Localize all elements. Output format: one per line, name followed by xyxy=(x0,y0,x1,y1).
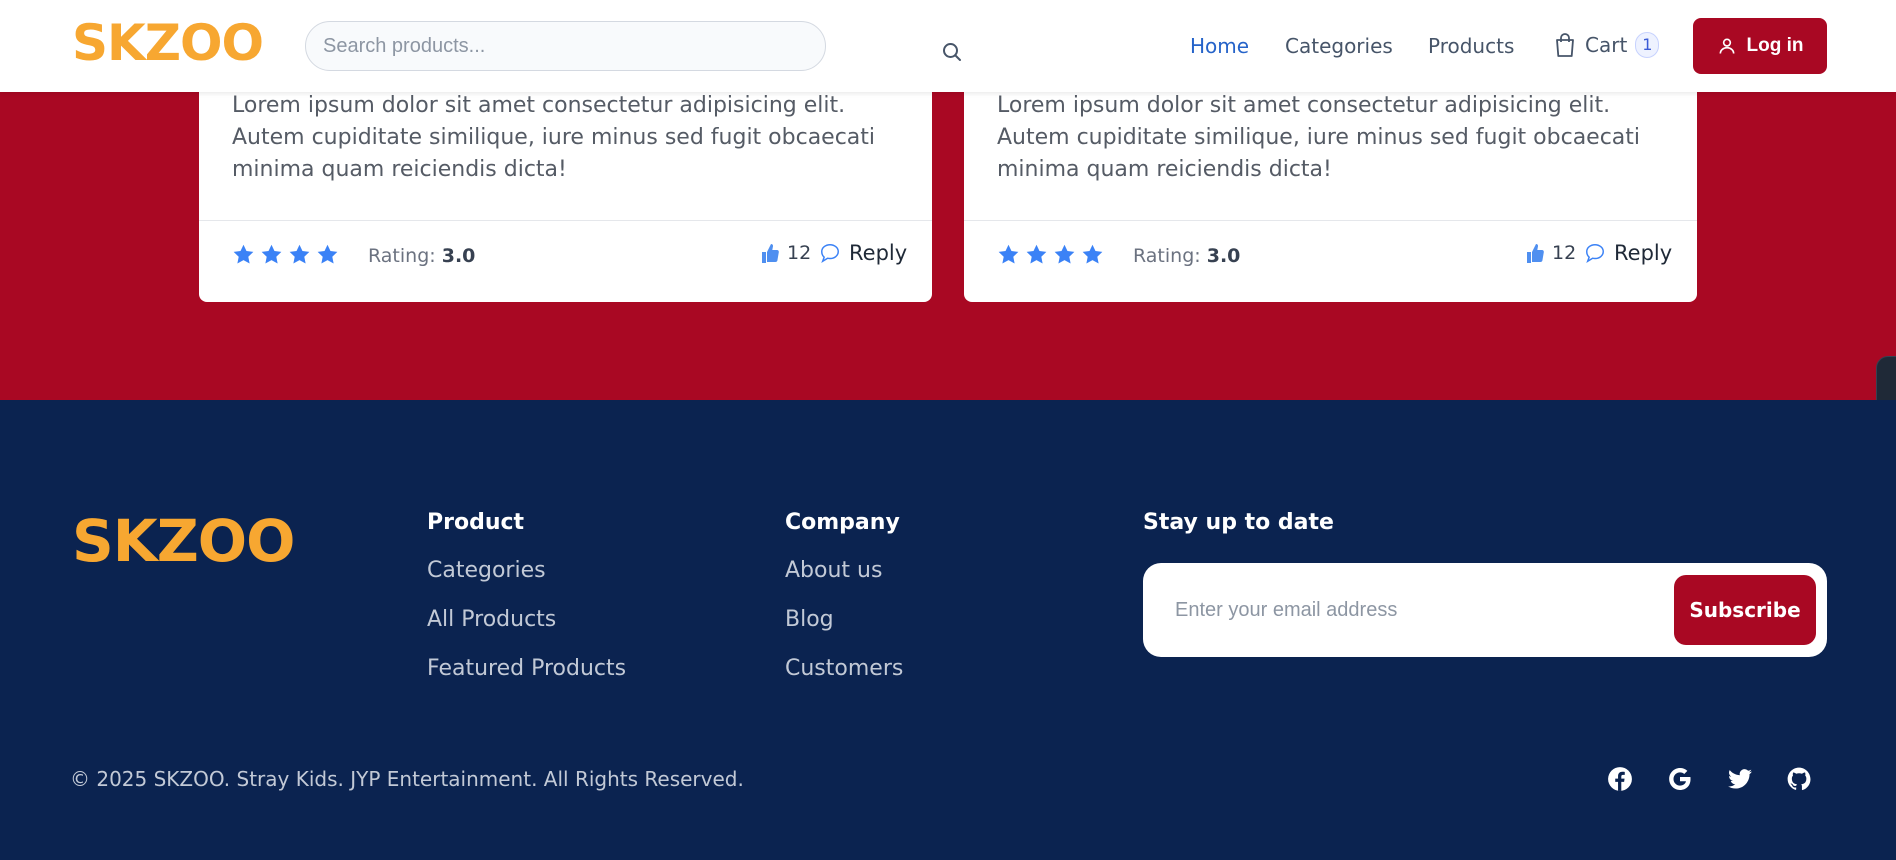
reply-button[interactable]: Reply xyxy=(819,241,907,265)
footer-logo-text: SKZOO xyxy=(72,507,295,575)
footer-link-customers[interactable]: Customers xyxy=(785,656,903,681)
reply-button[interactable]: Reply xyxy=(1584,241,1672,265)
facebook-icon[interactable] xyxy=(1607,766,1633,792)
star-icon xyxy=(289,244,310,264)
newsletter-form: Subscribe xyxy=(1143,563,1827,657)
reply-label: Reply xyxy=(849,241,908,265)
review-card: Lorem ipsum dolor sit amet consectetur a… xyxy=(964,60,1697,302)
footer-logo[interactable]: SKZOO xyxy=(72,507,295,575)
rating-text: Rating: 3.0 xyxy=(368,245,475,267)
thumbs-up-icon xyxy=(1527,244,1544,263)
nav-home[interactable]: Home xyxy=(1190,34,1249,58)
comment-icon xyxy=(821,244,839,263)
login-button[interactable]: Log in xyxy=(1693,18,1827,74)
star-icon xyxy=(998,244,1019,264)
user-icon xyxy=(1719,38,1734,54)
shopping-bag-icon xyxy=(1556,33,1574,57)
footer-link-featured-products[interactable]: Featured Products xyxy=(427,656,626,681)
star-icon xyxy=(1026,244,1047,264)
nav-products[interactable]: Products xyxy=(1428,34,1514,58)
newsletter-title: Stay up to date xyxy=(1143,510,1334,535)
star-rating xyxy=(997,243,1104,266)
rating-value: 3.0 xyxy=(441,245,476,267)
review-text: Lorem ipsum dolor sit amet consectetur a… xyxy=(232,93,876,182)
footer-link-categories[interactable]: Categories xyxy=(427,558,546,583)
nav-categories[interactable]: Categories xyxy=(1285,34,1393,58)
company-column-title: Company xyxy=(785,510,900,535)
product-column-title: Product xyxy=(427,510,525,535)
cart-label: Cart xyxy=(1585,33,1628,57)
rating-value: 3.0 xyxy=(1206,245,1241,267)
star-icon xyxy=(261,244,282,264)
twitter-icon[interactable] xyxy=(1727,766,1753,792)
review-footer: Rating: 3.0 12 Reply xyxy=(199,220,932,302)
search-icon[interactable] xyxy=(940,40,964,64)
comment-icon xyxy=(1586,244,1604,263)
review-text: Lorem ipsum dolor sit amet consectetur a… xyxy=(997,93,1641,182)
like-button[interactable]: 12 xyxy=(1524,241,1576,265)
search-input[interactable] xyxy=(305,21,826,71)
top-navbar: SKZOO Home Categories Products Cart 1 Lo… xyxy=(0,0,1896,92)
star-icon xyxy=(1054,244,1075,264)
star-icon xyxy=(317,244,338,264)
subscribe-button[interactable]: Subscribe xyxy=(1674,575,1816,645)
footer-link-about-us[interactable]: About us xyxy=(785,558,882,583)
copyright-text: © 2025 SKZOO. Stray Kids. JYP Entertainm… xyxy=(70,767,744,791)
rating-text: Rating: 3.0 xyxy=(1133,245,1240,267)
star-icon xyxy=(1082,244,1103,264)
review-card: Lorem ipsum dolor sit amet consectetur a… xyxy=(199,60,932,302)
site-footer: SKZOO Product Categories All Products Fe… xyxy=(0,400,1896,860)
review-footer: Rating: 3.0 12 Reply xyxy=(964,220,1697,302)
rating-label: Rating: xyxy=(368,245,436,267)
cart-count-badge: 1 xyxy=(1635,32,1660,58)
thumbs-up-icon xyxy=(762,244,779,263)
like-button[interactable]: 12 xyxy=(759,241,811,265)
cart-button[interactable]: Cart 1 xyxy=(1553,32,1660,58)
footer-link-all-products[interactable]: All Products xyxy=(427,607,556,632)
like-count: 12 xyxy=(1552,242,1577,264)
star-rating xyxy=(232,243,339,266)
star-icon xyxy=(233,244,254,264)
logo-text: SKZOO xyxy=(72,14,264,72)
github-icon[interactable] xyxy=(1786,766,1812,792)
footer-link-blog[interactable]: Blog xyxy=(785,607,834,632)
brand-logo[interactable]: SKZOO xyxy=(72,14,264,72)
like-count: 12 xyxy=(787,242,812,264)
google-icon[interactable] xyxy=(1667,766,1693,792)
login-label: Log in xyxy=(1746,35,1804,56)
reply-label: Reply xyxy=(1614,241,1673,265)
rating-label: Rating: xyxy=(1133,245,1201,267)
email-input[interactable] xyxy=(1175,589,1655,631)
